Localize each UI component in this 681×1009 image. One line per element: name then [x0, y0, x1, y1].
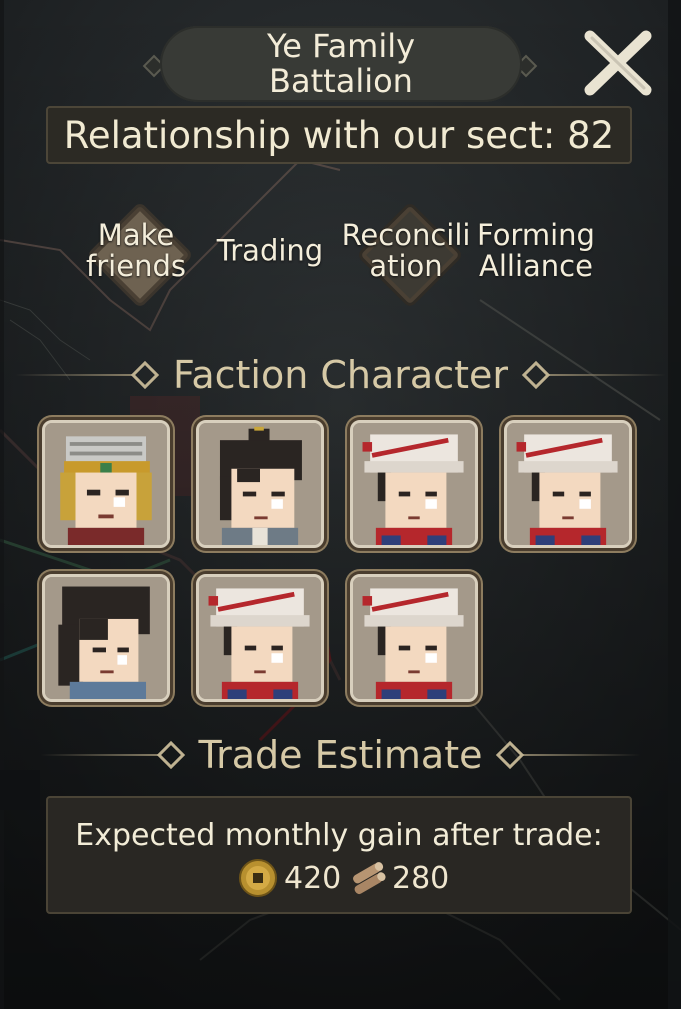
white-cap-soldier-portrait — [507, 423, 629, 545]
relationship-text: Relationship with our sect: 82 — [63, 113, 615, 157]
character-portrait[interactable] — [196, 574, 324, 702]
faction-title-plate: Ye Family Battalion — [160, 26, 522, 102]
character-portrait[interactable] — [350, 420, 478, 548]
wood-value: 280 — [392, 860, 450, 896]
coin-value: 420 — [284, 860, 342, 896]
faction-title-line2: Battalion — [269, 62, 413, 100]
faction-character-heading: Faction Character — [0, 350, 681, 400]
close-icon[interactable] — [582, 26, 654, 98]
trade-estimate-text: Expected monthly gain after trade: — [75, 818, 603, 853]
white-cap-soldier-portrait — [353, 423, 475, 545]
character-portrait[interactable] — [196, 420, 324, 548]
wood-log-icon — [353, 862, 386, 895]
white-cap-soldier-portrait — [199, 577, 321, 699]
reconciliation-label: Reconcili ation — [341, 218, 471, 283]
forming-alliance-label: Forming Alliance — [477, 218, 595, 283]
character-portrait[interactable] — [42, 420, 170, 548]
white-cap-soldier-portrait — [353, 577, 475, 699]
coin-amount: 420 — [238, 858, 341, 898]
topknot-swordsman-portrait — [199, 423, 321, 545]
forming-alliance-button[interactable]: Forming Alliance — [468, 196, 604, 306]
coin-icon — [239, 859, 277, 897]
trading-label: Trading — [216, 233, 324, 268]
trade-estimate-box: Expected monthly gain after trade: 420 2… — [46, 796, 632, 914]
diamond-ornament-icon — [496, 740, 525, 770]
character-portrait[interactable] — [42, 574, 170, 702]
trade-estimate-heading: Trade Estimate — [0, 730, 681, 780]
trading-button[interactable]: Trading — [202, 196, 338, 306]
diamond-ornament-icon — [130, 360, 160, 390]
faction-panel: Ye Family Battalion Relationship with ou… — [0, 0, 681, 1009]
gold-helmet-warrior-portrait — [45, 423, 167, 545]
make-friends-button[interactable]: Make friends — [68, 196, 204, 306]
reconciliation-button[interactable]: Reconcili ation — [338, 196, 474, 306]
character-portrait[interactable] — [504, 420, 632, 548]
long-hair-fighter-portrait — [45, 577, 167, 699]
relationship-bar: Relationship with our sect: 82 — [46, 106, 632, 164]
diamond-ornament-icon — [521, 360, 551, 390]
diamond-ornament-icon — [156, 740, 185, 770]
wood-amount: 280 — [346, 858, 449, 898]
character-portrait[interactable] — [350, 574, 478, 702]
faction-title-line1: Ye Family — [266, 27, 416, 65]
make-friends-label: Make friends — [86, 218, 186, 283]
